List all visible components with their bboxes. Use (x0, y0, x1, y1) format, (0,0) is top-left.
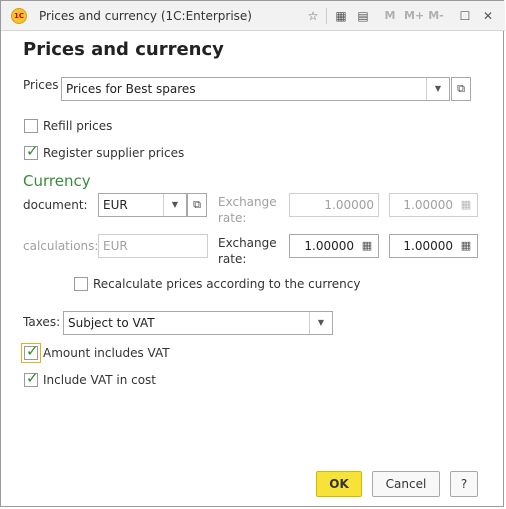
calculator-icon[interactable]: ▦ (455, 235, 477, 257)
prices-value: Prices for Best spares (66, 82, 196, 96)
help-button[interactable]: ? (450, 471, 478, 497)
refill-prices-checkbox[interactable] (24, 119, 38, 133)
window-title: Prices and currency (1C:Enterprise) (39, 9, 252, 23)
calc-multiplicity-value: 1.00000 (403, 239, 453, 253)
title-bar: 1C Prices and currency (1C:Enterprise) ☆… (1, 1, 505, 31)
calendar-icon[interactable]: ▤ (354, 7, 372, 25)
chevron-down-icon[interactable]: ▼ (309, 312, 332, 334)
checkmark-icon: ✓ (26, 369, 39, 387)
calculator-icon[interactable]: ▦ (332, 7, 350, 25)
chevron-down-icon[interactable]: ▼ (163, 194, 186, 216)
recalculate-prices-label: Recalculate prices according to the curr… (93, 277, 361, 291)
memory-plus-button[interactable]: M+ (404, 7, 424, 25)
calculator-icon: ▦ (460, 198, 472, 211)
open-document-currency-icon[interactable]: ⧉ (187, 193, 207, 217)
include-vat-in-cost-checkbox[interactable]: ✓ (24, 369, 39, 387)
toolbar-divider (326, 8, 327, 24)
favorite-icon[interactable]: ☆ (304, 7, 322, 25)
recalculate-prices-checkbox[interactable] (74, 277, 88, 291)
open-prices-icon[interactable]: ⧉ (451, 77, 471, 101)
taxes-select[interactable]: Subject to VAT ▼ (63, 311, 333, 335)
ok-button[interactable]: OK (316, 471, 362, 497)
checkmark-icon: ✓ (26, 342, 39, 360)
calculations-currency-label: calculations: (23, 239, 99, 253)
cancel-button[interactable]: Cancel (372, 471, 440, 497)
document-multiplicity-value: 1.00000 (403, 198, 453, 212)
prices-select[interactable]: Prices for Best spares ▼ (61, 77, 450, 101)
document-rate-field: 1.00000 (289, 193, 379, 217)
document-multiplicity-field: 1.00000 ▦ (389, 193, 478, 217)
calculations-currency-field: EUR (98, 234, 208, 258)
document-rate-value: 1.00000 (324, 198, 374, 212)
document-currency-select[interactable]: EUR ▼ (98, 193, 187, 217)
chevron-down-icon[interactable]: ▼ (426, 78, 449, 100)
amount-includes-vat-checkbox[interactable]: ✓ (21, 342, 41, 363)
amount-includes-vat-label: Amount includes VAT (43, 346, 170, 360)
currency-section-title: Currency (23, 172, 91, 190)
close-icon[interactable]: ✕ (479, 7, 497, 25)
calc-rate-field[interactable]: 1.00000 ▦ (289, 234, 379, 258)
document-currency-value: EUR (103, 198, 128, 212)
document-currency-label: document: (23, 198, 88, 212)
app-logo-icon: 1C (11, 8, 27, 24)
taxes-value: Subject to VAT (68, 316, 155, 330)
memory-minus-button[interactable]: M- (427, 7, 445, 25)
calc-rate-value: 1.00000 (304, 239, 354, 253)
checkmark-icon: ✓ (26, 142, 39, 160)
taxes-label: Taxes: (23, 315, 61, 329)
include-vat-in-cost-label: Include VAT in cost (43, 373, 157, 387)
calculations-currency-value: EUR (103, 239, 128, 253)
exchange-rate-label-2: Exchange rate: (218, 236, 277, 266)
refill-prices-label: Refill prices (43, 119, 113, 133)
dialog-window: 1C Prices and currency (1C:Enterprise) ☆… (0, 0, 505, 507)
calc-multiplicity-field[interactable]: 1.00000 ▦ (389, 234, 478, 258)
prices-label: Prices (23, 78, 59, 92)
calculator-icon[interactable]: ▦ (356, 235, 378, 257)
memory-m-button[interactable]: M (381, 7, 399, 25)
exchange-rate-label-1: Exchange rate: (218, 195, 277, 225)
page-title: Prices and currency (23, 39, 224, 60)
register-supplier-prices-label: Register supplier prices (43, 146, 185, 160)
register-supplier-prices-checkbox[interactable]: ✓ (24, 142, 39, 160)
maximize-icon[interactable]: ☐ (456, 7, 474, 25)
